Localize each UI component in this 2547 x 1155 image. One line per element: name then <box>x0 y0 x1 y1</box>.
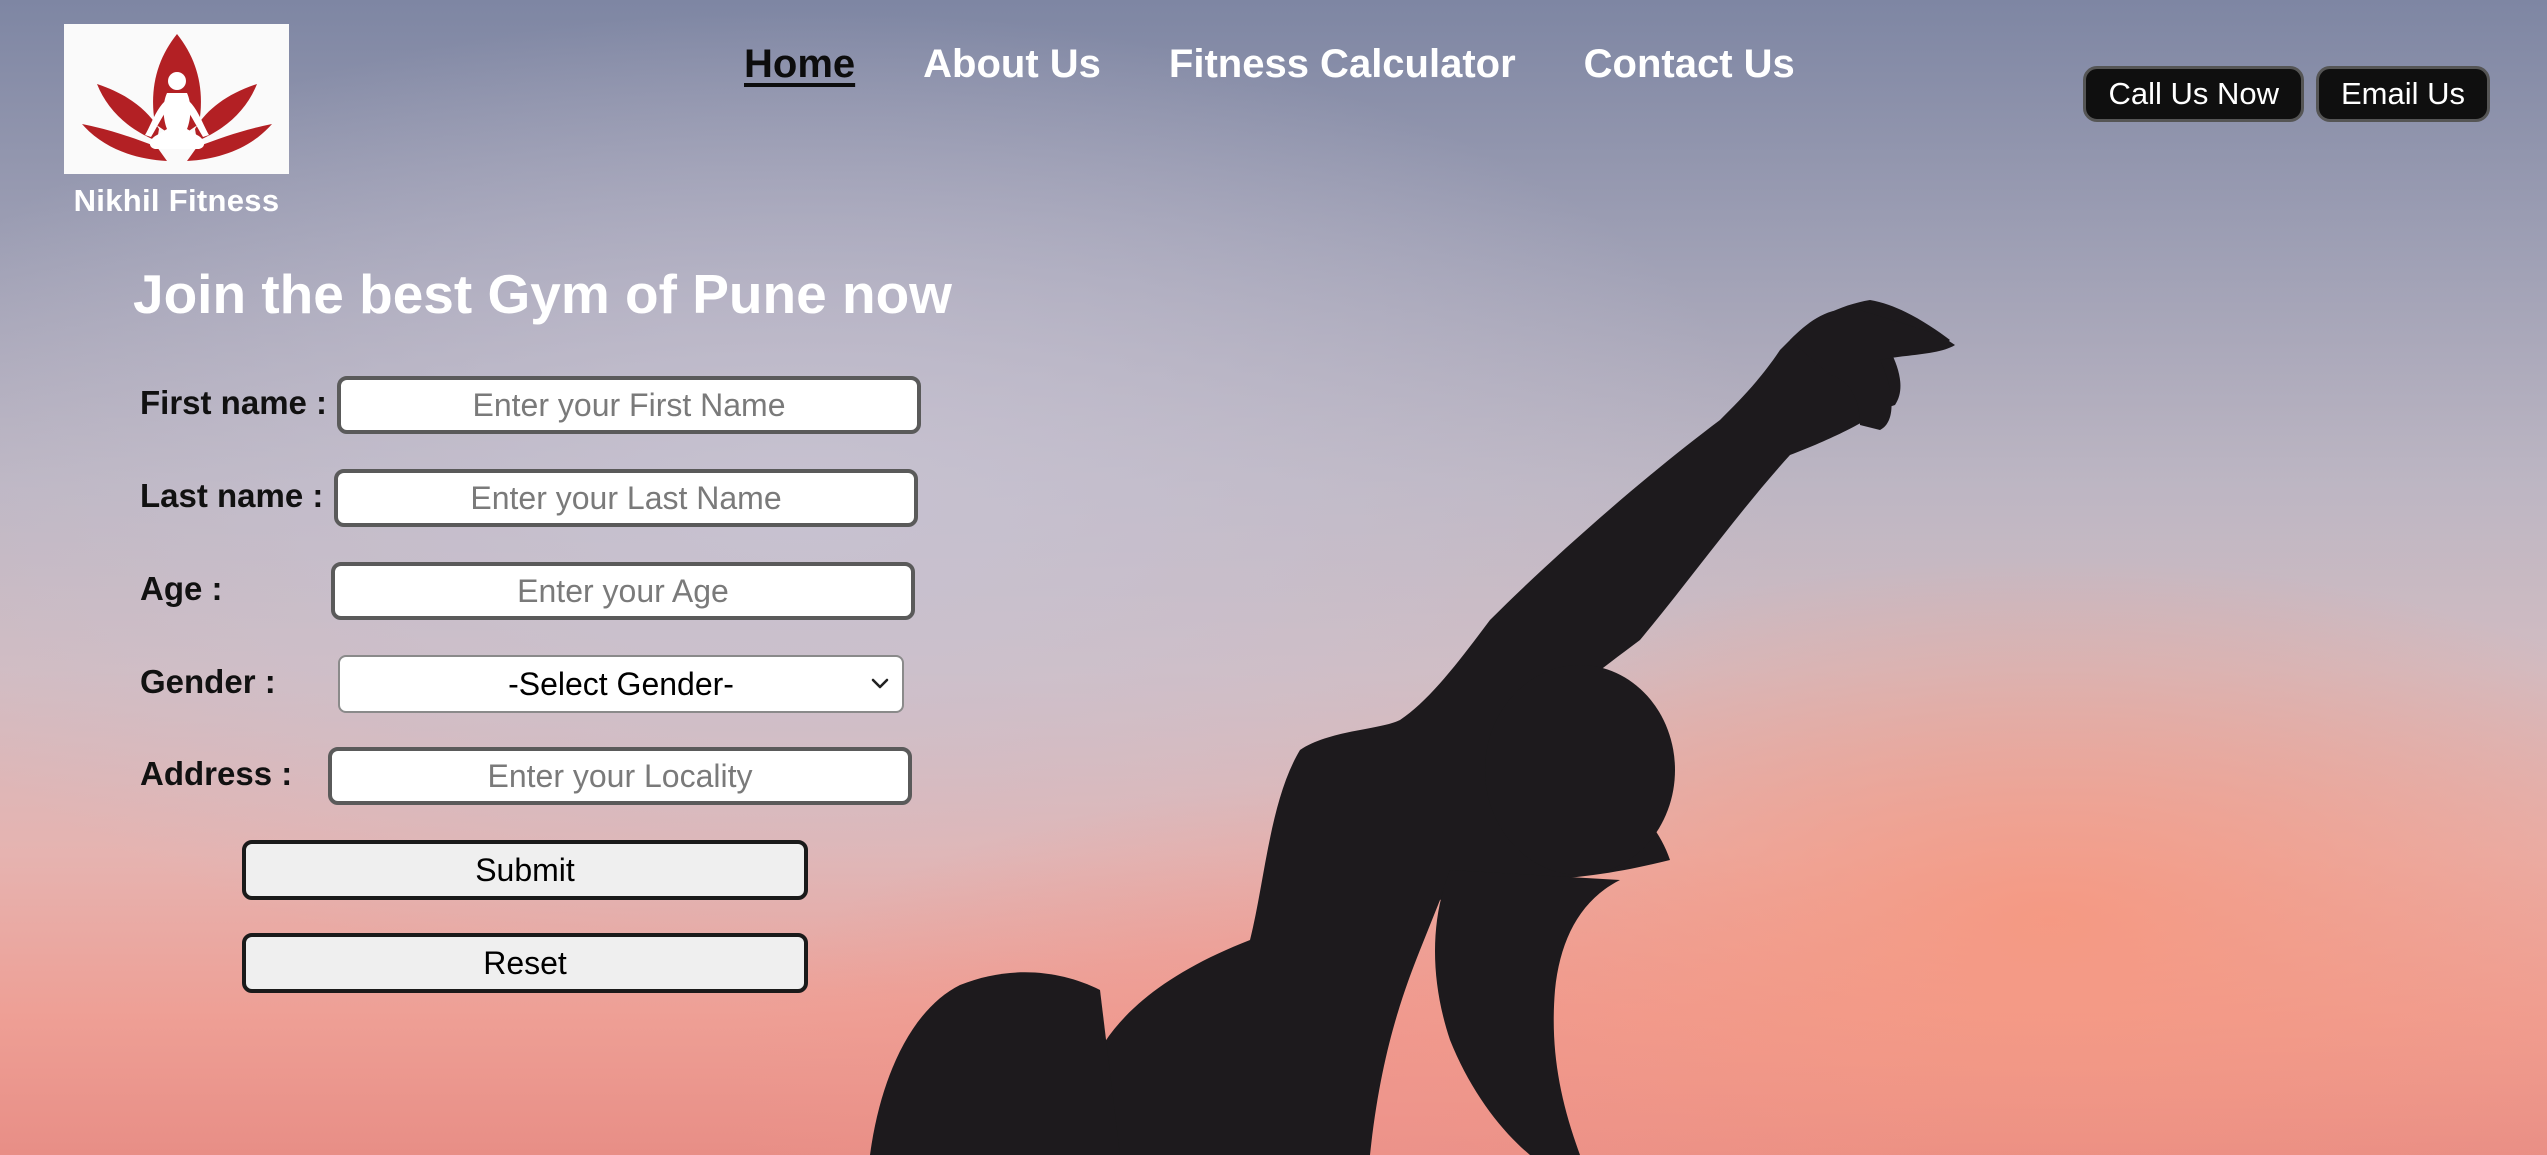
last-name-label: Last name : <box>140 477 324 514</box>
nav-contact-us[interactable]: Contact Us <box>1584 42 1795 87</box>
nav-about-us[interactable]: About Us <box>923 42 1101 87</box>
nav-fitness-calculator[interactable]: Fitness Calculator <box>1169 42 1516 87</box>
gender-selected-value: -Select Gender- <box>508 665 734 702</box>
gender-label: Gender : <box>140 663 276 700</box>
brand-logo[interactable]: Nikhil Fitness <box>64 24 289 219</box>
address-label: Address : <box>140 755 293 792</box>
brand-name: Nikhil Fitness <box>73 183 280 218</box>
logo-image <box>64 24 289 174</box>
main-nav: Home About Us Fitness Calculator Contact… <box>744 42 1795 87</box>
gender-row: Gender : <box>140 663 276 701</box>
first-name-row: First name : <box>140 384 327 422</box>
call-us-button[interactable]: Call Us Now <box>2083 66 2304 122</box>
address-input[interactable] <box>328 747 912 805</box>
gender-select[interactable]: -Select Gender- <box>338 655 904 713</box>
first-name-label: First name : <box>140 384 328 421</box>
lotus-meditation-icon <box>81 34 272 161</box>
page-title: Join the best Gym of Pune now <box>133 263 952 325</box>
nav-home[interactable]: Home <box>744 42 855 87</box>
email-us-button[interactable]: Email Us <box>2315 66 2490 122</box>
last-name-input[interactable] <box>334 469 918 527</box>
address-row: Address : <box>140 755 292 793</box>
chevron-down-icon <box>871 678 889 689</box>
header-contact-buttons: Call Us Now Email Us <box>2083 66 2490 122</box>
first-name-input[interactable] <box>337 376 921 434</box>
submit-button[interactable]: Submit <box>242 840 808 900</box>
age-row: Age : <box>140 570 223 608</box>
last-name-row: Last name : <box>140 477 323 515</box>
age-label: Age : <box>140 570 223 607</box>
age-input[interactable] <box>331 562 915 620</box>
reset-button[interactable]: Reset <box>242 933 808 993</box>
